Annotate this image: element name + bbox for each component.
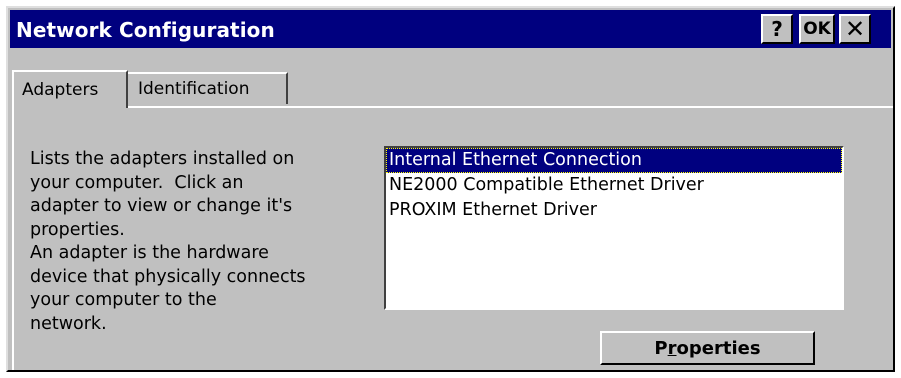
network-configuration-window: Network Configuration ? OK ✕ Adapters Id…	[6, 6, 895, 372]
adapters-listbox[interactable]: Internal Ethernet Connection NE2000 Comp…	[384, 146, 844, 310]
description-line: network.	[30, 313, 107, 334]
window-title: Network Configuration	[16, 18, 275, 42]
properties-label-start: P	[654, 337, 668, 359]
properties-button[interactable]: Pr operties	[600, 331, 815, 365]
adapter-item-ne2000[interactable]: NE2000 Compatible Ethernet Driver	[386, 173, 842, 198]
adapters-description: Lists the adapters installed on your com…	[30, 148, 360, 336]
tab-adapters-label: Adapters	[22, 80, 99, 100]
description-line: An adapter is the hardware	[30, 243, 269, 263]
ok-button[interactable]: OK	[799, 14, 835, 44]
close-button[interactable]: ✕	[839, 14, 871, 44]
help-button[interactable]: ?	[761, 14, 793, 44]
description-line: adapter to view or change it's	[30, 196, 293, 216]
title-bar[interactable]: Network Configuration ? OK ✕	[10, 10, 891, 48]
properties-label-mnemonic: r	[667, 337, 677, 359]
adapter-item-proxim[interactable]: PROXIM Ethernet Driver	[386, 198, 842, 223]
description-line: your computer to the	[30, 290, 217, 310]
description-line: properties.	[30, 219, 125, 240]
tab-identification-label: Identification	[138, 79, 250, 99]
tab-identification[interactable]: Identification	[128, 72, 288, 104]
description-line: device that physically connects	[30, 266, 306, 287]
tab-adapters[interactable]: Adapters	[12, 70, 128, 108]
description-line: your computer. Click an	[30, 172, 244, 193]
properties-label-end: operties	[676, 337, 761, 359]
adapter-item-internal-ethernet[interactable]: Internal Ethernet Connection	[386, 148, 842, 173]
description-line: Lists the adapters installed on	[30, 149, 295, 169]
